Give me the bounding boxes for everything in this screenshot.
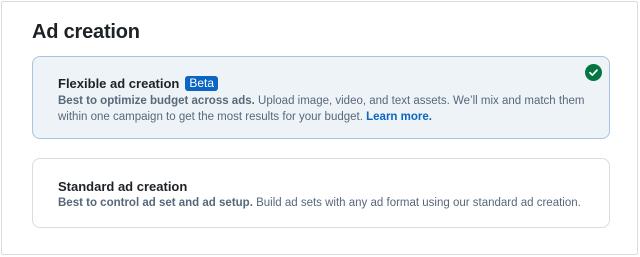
option-description-bold: Best to optimize budget across ads. xyxy=(58,95,255,107)
option-title: Standard ad creation xyxy=(58,179,188,194)
option-description: Best to control ad set and ad setup. Bui… xyxy=(58,196,588,212)
learn-more-link[interactable]: Learn more. xyxy=(366,111,432,123)
option-card-standard[interactable]: Standard ad creation Best to control ad … xyxy=(32,158,610,228)
option-description-bold: Best to control ad set and ad setup. xyxy=(58,197,253,209)
option-card-flexible[interactable]: Flexible ad creation Beta Best to optimi… xyxy=(32,56,610,139)
option-title-row: Standard ad creation xyxy=(58,179,187,194)
section-title: Ad creation xyxy=(32,21,140,43)
check-circle-icon xyxy=(585,64,602,81)
option-title-row: Flexible ad creation Beta xyxy=(58,76,219,91)
beta-badge: Beta xyxy=(185,76,219,91)
option-description-text: Build ad sets with any ad format using o… xyxy=(252,197,581,209)
ad-creation-panel: Ad creation Flexible ad creation Beta Be… xyxy=(1,1,638,255)
option-description: Best to optimize budget across ads. Uplo… xyxy=(58,94,588,125)
option-title: Flexible ad creation xyxy=(58,76,180,91)
